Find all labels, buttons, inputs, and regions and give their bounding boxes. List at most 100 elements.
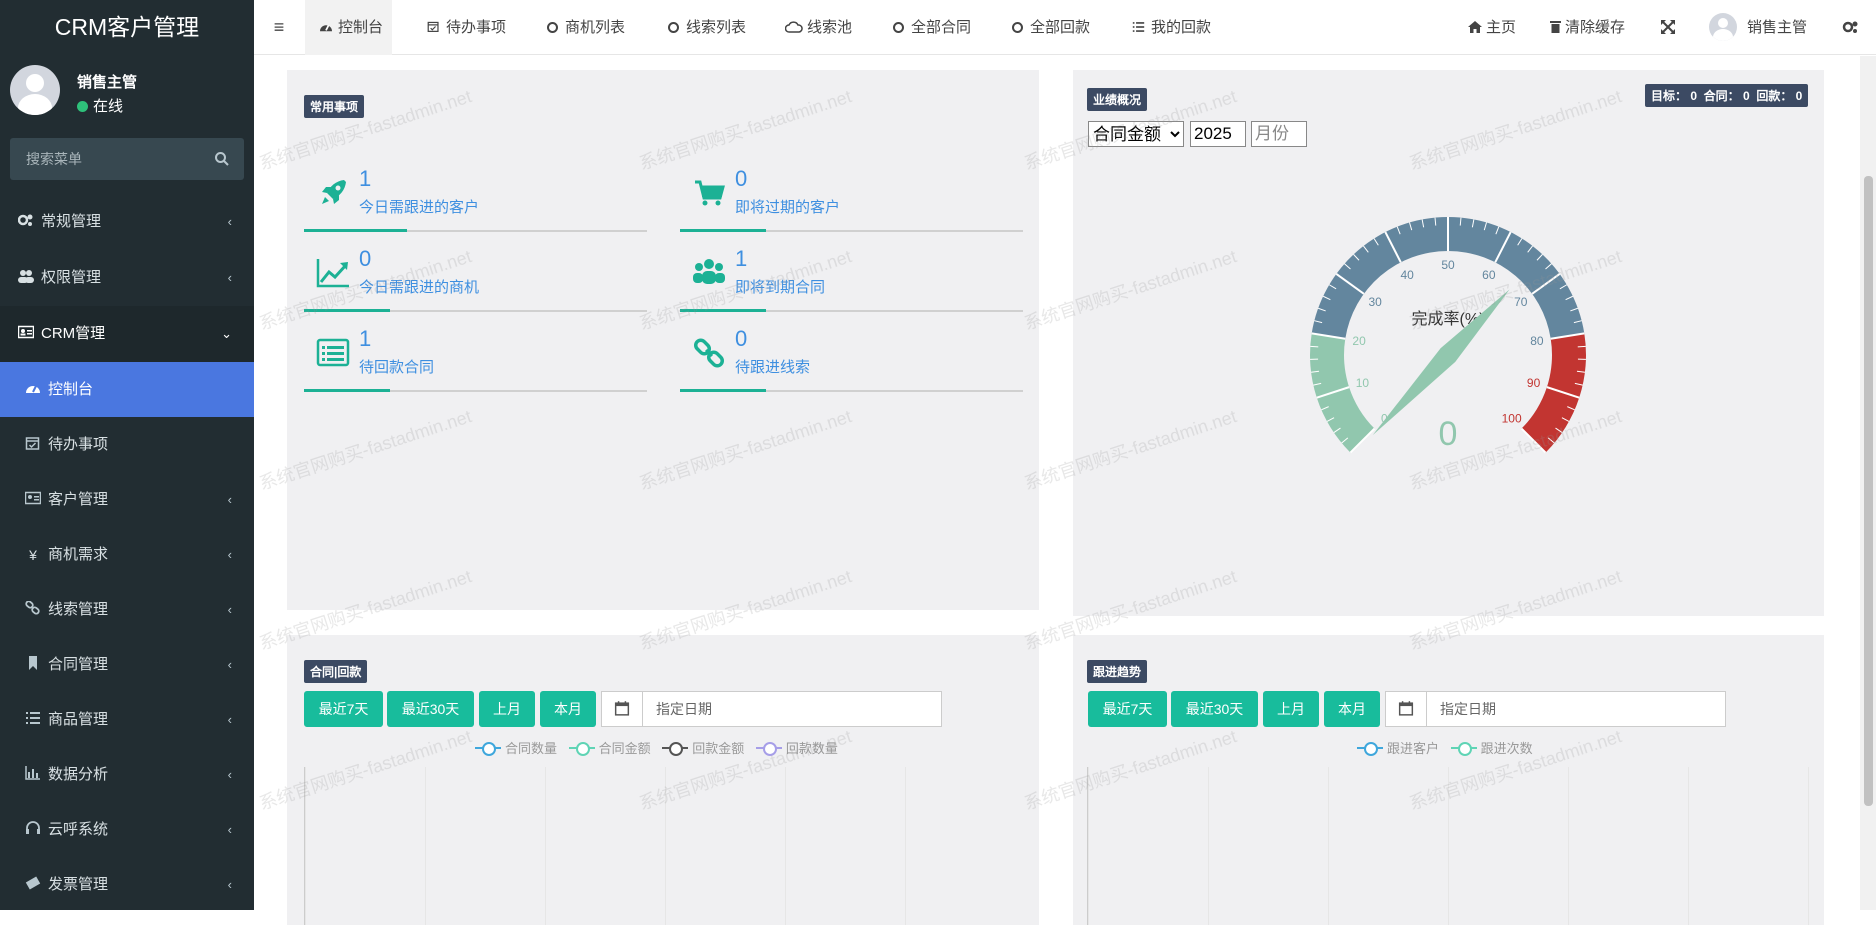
clear-cache-label: 清除缓存 xyxy=(1565,19,1625,36)
sidebar-item-dashboard[interactable]: 控制台 xyxy=(0,362,254,417)
sidebar-item-cloud-call[interactable]: 云呼系统‹ xyxy=(0,802,254,857)
month-input[interactable] xyxy=(1251,121,1307,147)
last-7-days-button[interactable]: 最近7天 xyxy=(1088,691,1167,727)
tab-my-payments[interactable]: 我的回款 xyxy=(1132,0,1211,55)
last-30-days-button[interactable]: 最近30天 xyxy=(387,691,474,727)
last-30-days-button[interactable]: 最近30天 xyxy=(1171,691,1258,727)
legend-swatch xyxy=(1357,742,1383,754)
cart-icon xyxy=(692,176,726,210)
legend-item[interactable]: 跟进客户 xyxy=(1357,738,1439,757)
sidebar-item-label: CRM管理 xyxy=(41,325,105,342)
fullscreen-icon[interactable] xyxy=(1661,0,1675,55)
list-icon xyxy=(1132,21,1145,33)
dashboard-icon xyxy=(25,381,41,395)
menu-toggle-icon[interactable]: ≡ xyxy=(268,0,290,55)
chevron-left-icon: ‹ xyxy=(228,582,232,637)
home-link[interactable]: 主页 xyxy=(1468,0,1516,55)
calendar-icon[interactable] xyxy=(602,692,643,726)
tab-all-contracts[interactable]: 全部合同 xyxy=(893,0,971,55)
app-logo[interactable]: CRM客户管理 xyxy=(0,0,254,55)
stat-label: 今日需跟进的商机 xyxy=(359,276,479,297)
legend-item[interactable]: 合同金额 xyxy=(569,738,651,757)
sidebar-item-crm[interactable]: CRM管理 ⌄ xyxy=(0,306,254,362)
legend-item[interactable]: 跟进次数 xyxy=(1451,738,1533,757)
tab-label: 线索池 xyxy=(807,19,852,36)
sidebar-item-label: 数据分析 xyxy=(48,766,108,783)
tab-lead-list[interactable]: 线索列表 xyxy=(668,0,746,55)
last-month-button[interactable]: 上月 xyxy=(1263,691,1319,727)
this-month-button[interactable]: 本月 xyxy=(540,691,596,727)
chevron-left-icon: ‹ xyxy=(228,637,232,692)
online-dot-icon xyxy=(77,101,88,112)
sidebar-item-customers[interactable]: 客户管理‹ xyxy=(0,472,254,527)
stat-expiring-customers[interactable]: 0 即将过期的客户 xyxy=(680,166,1023,232)
tab-todo[interactable]: 待办事项 xyxy=(427,0,506,55)
date-range-picker[interactable] xyxy=(1385,691,1726,727)
chevron-down-icon: ⌄ xyxy=(221,306,232,362)
avatar xyxy=(10,65,60,115)
yen-icon: ¥ xyxy=(25,548,41,562)
progress-fill xyxy=(680,309,766,312)
user-menu[interactable]: 销售主管 xyxy=(1709,0,1807,55)
last-7-days-button[interactable]: 最近7天 xyxy=(304,691,383,727)
tab-lead-pool[interactable]: 线索池 xyxy=(785,0,852,55)
sidebar-item-todo[interactable]: 待办事项 xyxy=(0,417,254,472)
sidebar-item-analytics[interactable]: 数据分析‹ xyxy=(0,747,254,802)
chevron-left-icon: ‹ xyxy=(228,692,232,747)
sidebar-item-label: 合同管理 xyxy=(48,656,108,673)
legend-item[interactable]: 回款金额 xyxy=(662,738,744,757)
sidebar-item-leads[interactable]: 线索管理‹ xyxy=(0,582,254,637)
chevron-left-icon: ‹ xyxy=(228,472,232,527)
stat-pending-payment-contracts[interactable]: 1 待回款合同 xyxy=(304,326,647,392)
circle-icon xyxy=(547,22,558,33)
chevron-left-icon: ‹ xyxy=(228,857,232,912)
sidebar: CRM客户管理 销售主管 在线 常规管理‹ 权限管理‹ CRM管理⌄ 控制台 待… xyxy=(0,0,254,910)
tab-label: 我的回款 xyxy=(1151,19,1211,36)
search-input[interactable] xyxy=(10,138,244,180)
sidebar-item-opportunities[interactable]: ¥ 商机需求 ‹ xyxy=(0,527,254,582)
legend-item[interactable]: 回款数量 xyxy=(756,738,838,757)
stat-today-opportunities[interactable]: 0 今日需跟进的商机 xyxy=(304,246,647,312)
sidebar-item-label: 控制台 xyxy=(48,381,93,398)
stat-today-customers[interactable]: 1 今日需跟进的客户 xyxy=(304,166,647,232)
legend-item[interactable]: 合同数量 xyxy=(475,738,557,757)
top-navbar: ≡ 控制台 待办事项 商机列表 线索列表 线索池 全部合同 全部回款 我的回款 … xyxy=(254,0,1876,55)
clear-cache-button[interactable]: 清除缓存 xyxy=(1550,0,1625,55)
tab-dashboard[interactable]: 控制台 xyxy=(305,0,392,55)
date-range-picker[interactable] xyxy=(601,691,942,727)
sidebar-item-contracts[interactable]: 合同管理 ‹ xyxy=(0,637,254,692)
id-card-icon xyxy=(18,325,34,339)
tab-opportunity-list[interactable]: 商机列表 xyxy=(547,0,625,55)
line-chart-icon xyxy=(316,256,350,290)
stat-pending-leads[interactable]: 0 待跟进线索 xyxy=(680,326,1023,392)
metric-select[interactable]: 合同金额 xyxy=(1088,121,1184,147)
user-status: 在线 xyxy=(77,95,123,116)
stat-label: 今日需跟进的客户 xyxy=(359,196,479,217)
stat-expiring-contracts[interactable]: 1 即将到期合同 xyxy=(680,246,1023,312)
sidebar-item-permissions[interactable]: 权限管理‹ xyxy=(0,250,254,306)
followup-trend-panel: 跟进趋势 最近7天 最近30天 上月 本月 跟进客户 跟进次数 xyxy=(1073,635,1824,925)
circle-icon xyxy=(668,22,679,33)
sidebar-item-label: 发票管理 xyxy=(48,876,108,893)
rocket-icon xyxy=(316,176,350,210)
scrollbar-thumb[interactable] xyxy=(1864,176,1873,806)
chevron-left-icon: ‹ xyxy=(228,527,232,582)
chain-icon xyxy=(25,601,41,615)
users-icon xyxy=(692,256,726,290)
chevron-left-icon: ‹ xyxy=(228,250,232,306)
search-icon[interactable] xyxy=(214,151,230,167)
tab-all-payments[interactable]: 全部回款 xyxy=(1012,0,1090,55)
last-month-button[interactable]: 上月 xyxy=(479,691,535,727)
sidebar-item-invoices[interactable]: 发票管理 ‹ xyxy=(0,857,254,912)
panel-badge: 常用事项 xyxy=(304,95,364,118)
sidebar-item-products[interactable]: 商品管理‹ xyxy=(0,692,254,747)
sidebar-item-label: 商机需求 xyxy=(48,546,108,563)
settings-gears-icon[interactable] xyxy=(1842,0,1860,55)
year-input[interactable] xyxy=(1190,121,1246,147)
sidebar-item-general[interactable]: 常规管理‹ xyxy=(0,194,254,250)
calendar-icon[interactable] xyxy=(1386,692,1427,726)
date-input[interactable] xyxy=(644,692,940,726)
page-scrollbar[interactable] xyxy=(1860,56,1876,910)
date-input[interactable] xyxy=(1428,692,1724,726)
this-month-button[interactable]: 本月 xyxy=(1324,691,1380,727)
